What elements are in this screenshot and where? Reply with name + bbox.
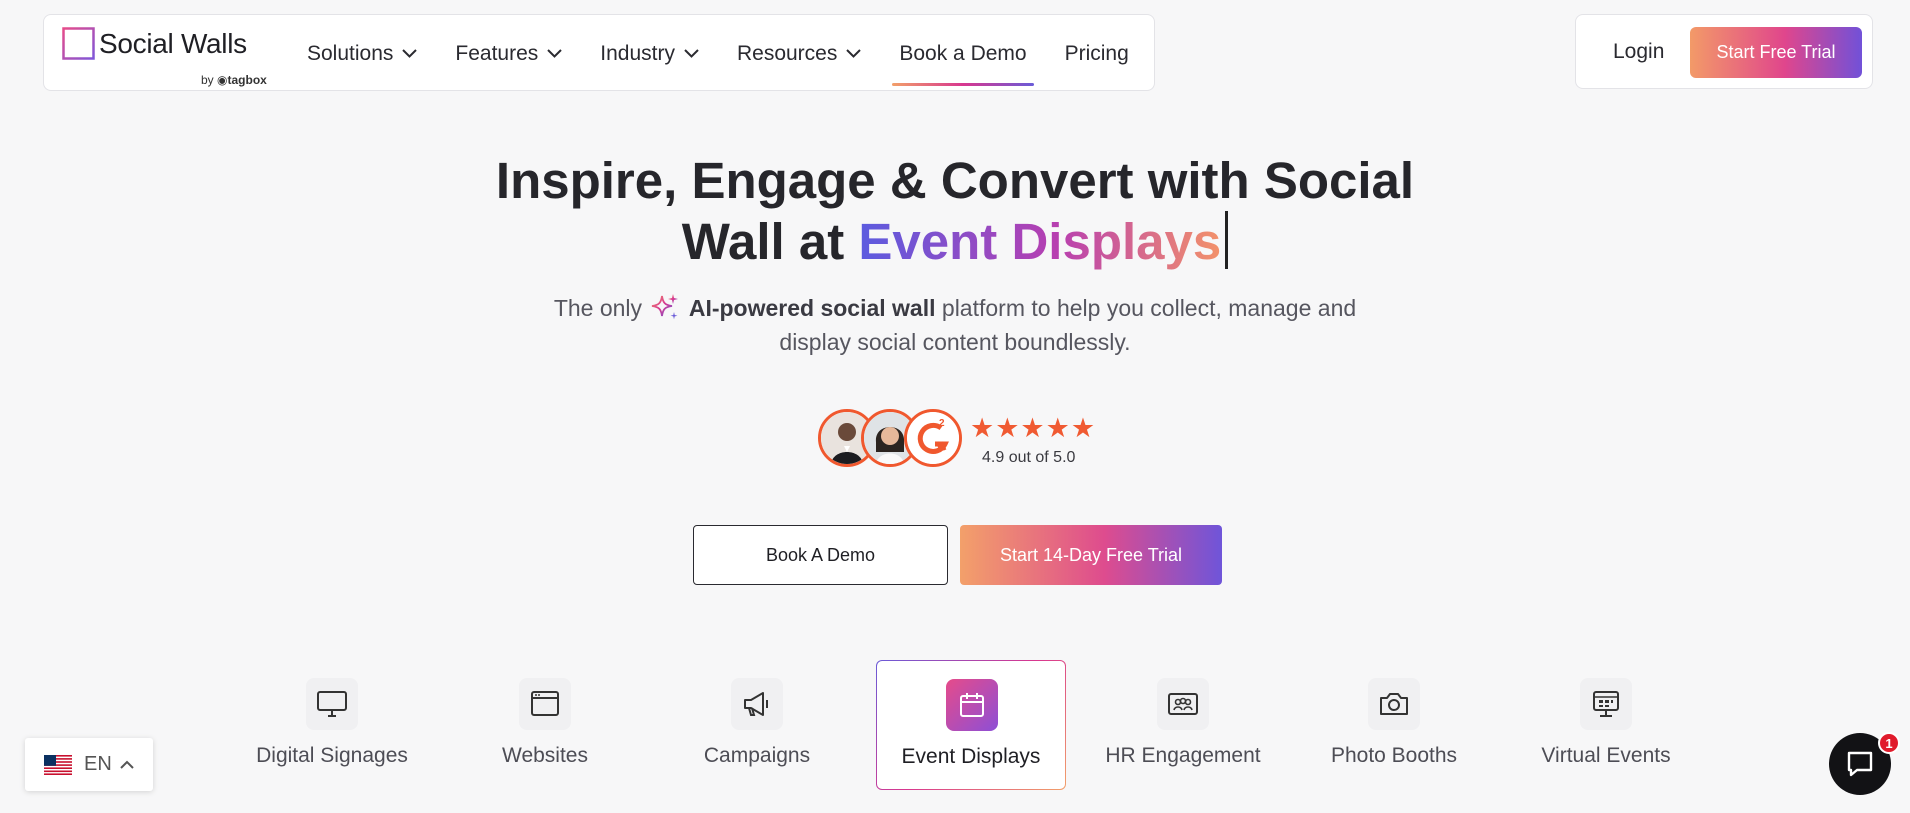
us-flag-icon bbox=[44, 754, 72, 775]
chevron-down-icon bbox=[846, 49, 862, 58]
chat-notification-badge: 1 bbox=[1878, 732, 1900, 754]
rating-text: 4.9 out of 5.0 bbox=[982, 449, 1076, 466]
hero-title-line2-prefix: Wall at bbox=[681, 213, 859, 270]
hero-sub-bold: AI-powered social wall bbox=[688, 295, 936, 321]
login-link[interactable]: Login bbox=[1613, 40, 1664, 64]
nav-menu: Solutions Features Industry Resources Bo… bbox=[307, 15, 1167, 92]
nav-item-label: Resources bbox=[736, 41, 838, 65]
category-label: Event Displays bbox=[901, 745, 1041, 768]
rating-widget: 2 ★★★★★ 4.9 out of 5.0 bbox=[818, 409, 1118, 469]
main-navbar: Social Walls by ◉tagbox Solutions Featur… bbox=[43, 14, 1155, 91]
chevron-down-icon bbox=[547, 49, 562, 58]
brand-byline: by ◉tagbox bbox=[201, 73, 267, 87]
chevron-down-icon bbox=[684, 49, 699, 58]
g2-logo-icon: 2 bbox=[904, 409, 962, 467]
monitor-icon bbox=[306, 678, 358, 730]
nav-item-pricing[interactable]: Pricing bbox=[1065, 15, 1129, 92]
auth-panel: Login Start Free Trial bbox=[1575, 14, 1873, 89]
browser-window-icon bbox=[519, 678, 571, 730]
chevron-up-icon bbox=[120, 760, 134, 769]
virtual-screen-icon bbox=[1580, 678, 1632, 730]
hero-title-highlight: Event Displays bbox=[858, 213, 1222, 270]
ai-sparkle-icon bbox=[652, 294, 679, 320]
category-label: Websites bbox=[502, 744, 588, 767]
category-label: Photo Booths bbox=[1330, 744, 1458, 767]
hero-sub-rest: platform to help you collect, manage and bbox=[941, 295, 1357, 321]
hero-sub-line2: display social content boundlessly. bbox=[779, 329, 1131, 355]
language-selector[interactable]: EN bbox=[25, 738, 153, 791]
chat-bubble-icon bbox=[1847, 751, 1873, 777]
nav-item-label: Pricing bbox=[1064, 41, 1129, 65]
book-demo-button[interactable]: Book A Demo bbox=[693, 525, 948, 585]
category-label: HR Engagement bbox=[1105, 744, 1261, 767]
social-walls-logo-icon bbox=[62, 27, 95, 60]
category-digital-signages[interactable]: Digital Signages bbox=[237, 660, 427, 790]
calendar-icon bbox=[946, 679, 998, 731]
nav-item-features[interactable]: Features bbox=[455, 15, 562, 92]
nav-item-label: Book a Demo bbox=[899, 41, 1027, 65]
brand-logo[interactable]: Social Walls by ◉tagbox bbox=[62, 27, 267, 87]
hero-title-line1: Inspire, Engage & Convert with Social bbox=[495, 152, 1415, 209]
chevron-down-icon bbox=[402, 49, 418, 58]
byline-prefix: by bbox=[201, 73, 214, 87]
nav-item-book-demo[interactable]: Book a Demo bbox=[892, 15, 1034, 92]
camera-icon bbox=[1368, 678, 1420, 730]
nav-item-label: Solutions bbox=[307, 41, 394, 65]
category-event-displays[interactable]: Event Displays bbox=[876, 660, 1066, 790]
start-free-trial-button[interactable]: Start Free Trial bbox=[1690, 27, 1862, 78]
nav-item-resources[interactable]: Resources bbox=[736, 15, 862, 92]
rating-stars: ★★★★★ bbox=[970, 413, 1097, 443]
category-label: Virtual Events bbox=[1541, 744, 1671, 767]
category-label: Digital Signages bbox=[256, 744, 408, 767]
hero-sub-prefix: The only bbox=[553, 295, 643, 321]
brand-name: Social Walls bbox=[99, 28, 247, 59]
byline-brand: tagbox bbox=[227, 73, 267, 87]
svg-text:2: 2 bbox=[939, 418, 945, 429]
hero-title: Inspire, Engage & Convert with Social Wa… bbox=[0, 150, 1910, 272]
category-campaigns[interactable]: Campaigns bbox=[662, 660, 852, 790]
category-virtual-events[interactable]: Virtual Events bbox=[1511, 660, 1701, 790]
megaphone-icon bbox=[731, 678, 783, 730]
category-label: Campaigns bbox=[703, 744, 811, 767]
nav-item-solutions[interactable]: Solutions bbox=[307, 15, 418, 92]
nav-item-label: Industry bbox=[600, 41, 675, 65]
category-photo-booths[interactable]: Photo Booths bbox=[1299, 660, 1489, 790]
typing-caret bbox=[1225, 211, 1229, 269]
start-14-day-trial-button[interactable]: Start 14-Day Free Trial bbox=[960, 525, 1222, 585]
category-websites[interactable]: Websites bbox=[450, 660, 640, 790]
nav-item-industry[interactable]: Industry bbox=[600, 15, 699, 92]
nav-item-label: Features bbox=[455, 41, 539, 65]
people-card-icon bbox=[1157, 678, 1209, 730]
category-hr-engagement[interactable]: HR Engagement bbox=[1088, 660, 1278, 790]
tagbox-icon: ◉ bbox=[217, 73, 228, 87]
hero-subtitle: The only AI-powered social wall platform… bbox=[0, 291, 1910, 359]
language-code: EN bbox=[84, 753, 112, 775]
